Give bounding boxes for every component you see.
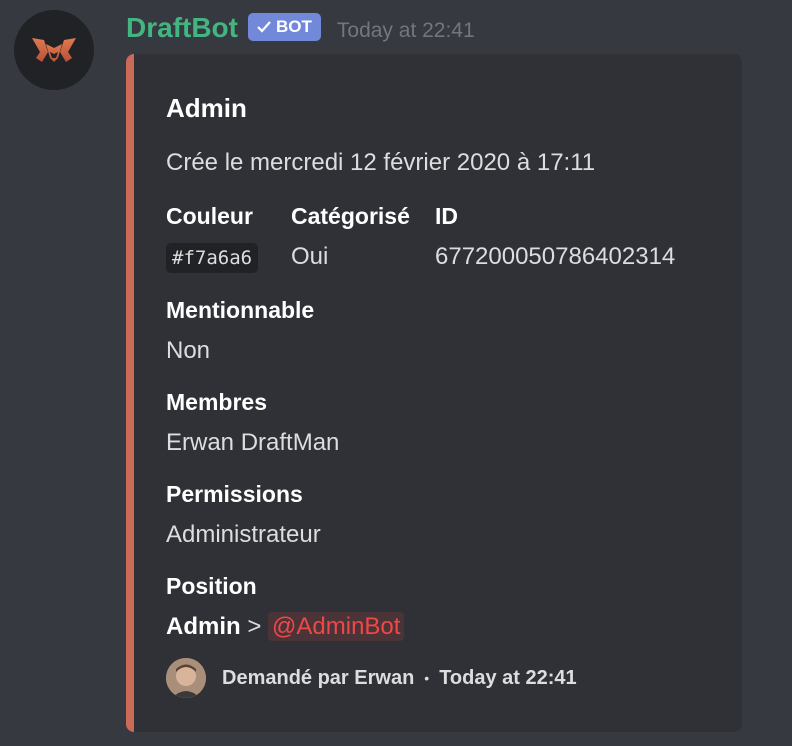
position-role: Admin	[166, 613, 241, 640]
field-value-couleur: #f7a6a6	[166, 242, 259, 273]
field-value-membres: Erwan DraftMan	[166, 429, 340, 456]
draftbot-logo-icon	[32, 38, 76, 62]
field-name-permissions: Permissions	[166, 481, 303, 507]
field-name-categorise: Catégorisé	[291, 203, 410, 229]
verified-check-icon	[257, 21, 271, 33]
embed-description: Crée le mercredi 12 février 2020 à 17:11	[166, 149, 596, 176]
author-username[interactable]: DraftBot	[126, 12, 238, 44]
position-separator: >	[247, 613, 262, 640]
footer-text: Demandé par Erwan	[222, 666, 415, 689]
embed-title: Admin	[166, 93, 247, 123]
field-value-permissions: Administrateur	[166, 521, 321, 548]
field-value-mentionnable: Non	[166, 337, 211, 364]
bot-tag: BOT	[248, 13, 321, 41]
field-name-membres: Membres	[166, 389, 267, 415]
user-photo-icon	[166, 658, 206, 698]
field-name-mentionnable: Mentionnable	[166, 297, 315, 323]
field-value-categorise: Oui	[291, 243, 329, 270]
color-code: #f7a6a6	[166, 243, 259, 273]
requester-avatar	[166, 658, 206, 698]
footer-separator: •	[424, 670, 430, 686]
footer-timestamp: Today at 22:41	[439, 666, 577, 689]
field-value-position: Admin > @AdminBot	[166, 612, 405, 642]
role-mention[interactable]: @AdminBot	[268, 612, 405, 641]
field-name-position: Position	[166, 573, 257, 599]
message-header: DraftBot BOT Today at 22:41	[126, 8, 475, 48]
embed-footer: Demandé par Erwan • Today at 22:41	[166, 658, 577, 698]
role-info-embed: Admin Crée le mercredi 12 février 2020 à…	[126, 54, 742, 732]
field-name-id: ID	[435, 203, 458, 229]
field-name-couleur: Couleur	[166, 203, 253, 229]
field-value-id: 677200050786402314	[435, 243, 676, 270]
message: DraftBot BOT Today at 22:41 Admin Crée l…	[0, 0, 792, 746]
message-timestamp[interactable]: Today at 22:41	[337, 19, 475, 43]
bot-tag-label: BOT	[276, 17, 312, 36]
draftbot-avatar[interactable]	[14, 10, 94, 90]
